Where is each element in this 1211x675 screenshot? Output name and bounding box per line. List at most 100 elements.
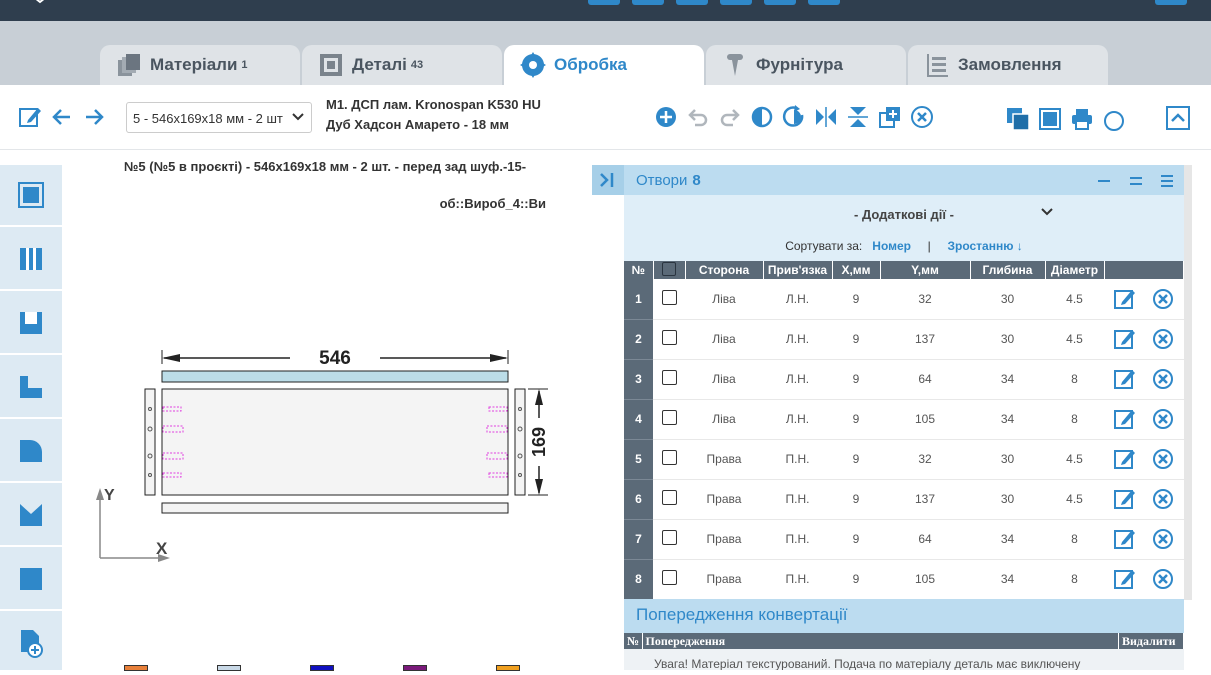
delete-row-icon[interactable] <box>1152 328 1174 350</box>
panel-collapse-button[interactable] <box>592 165 624 195</box>
sidebar-item-groove[interactable] <box>0 229 62 291</box>
arrow-left-icon[interactable] <box>50 105 74 129</box>
layers-icon[interactable] <box>1006 107 1030 131</box>
top-button-menu[interactable] <box>1155 0 1187 5</box>
select-all-checkbox[interactable] <box>662 261 676 276</box>
edit-row-icon[interactable] <box>1113 448 1136 470</box>
row-diameter: 4.5 <box>1045 439 1104 480</box>
color-swatch-yellow[interactable] <box>496 665 520 671</box>
row-checkbox-input[interactable] <box>661 530 677 545</box>
top-button-6[interactable] <box>808 0 840 5</box>
edit-row-icon[interactable] <box>1113 368 1136 390</box>
row-checkbox <box>653 319 685 360</box>
sidebar-item-shape-cut[interactable] <box>0 485 62 547</box>
sort-field-link[interactable]: Номер <box>872 239 911 253</box>
holes-table: № Сторона Прив'язка X,мм Y,мм Глибина Ді… <box>624 261 1184 600</box>
delete-row-icon[interactable] <box>1152 288 1174 310</box>
sidebar-item-slot[interactable] <box>0 293 62 355</box>
chevron-down-icon <box>292 113 304 121</box>
tab-orders[interactable]: Замовлення <box>908 45 1108 85</box>
edit-row-icon[interactable] <box>1113 568 1136 590</box>
row-checkbox-input[interactable] <box>661 370 677 385</box>
row-actions <box>1104 359 1184 400</box>
delete-row-icon[interactable] <box>1152 568 1174 590</box>
tab-hardware[interactable]: Фурнітура <box>706 45 906 85</box>
row-depth: 34 <box>970 519 1045 560</box>
row-checkbox-input[interactable] <box>661 410 677 425</box>
delete-row-icon[interactable] <box>1152 488 1174 510</box>
corner-cut-icon <box>20 376 42 398</box>
col-x: X,мм <box>832 261 881 279</box>
redo-icon[interactable] <box>718 105 742 129</box>
width-dimension-label: 546 <box>319 348 351 369</box>
part-drawing[interactable]: 546 169 Y X <box>90 330 560 570</box>
row-checkbox <box>653 519 685 560</box>
collapse-up-icon[interactable] <box>1166 106 1190 130</box>
undo-icon[interactable] <box>686 105 710 129</box>
warn-col-text: Попередження <box>642 633 1119 649</box>
top-button-2[interactable] <box>632 0 664 5</box>
panel-view-icon[interactable] <box>1038 107 1062 131</box>
delete-row-icon[interactable] <box>1152 448 1174 470</box>
tab-processing[interactable]: Обробка <box>504 45 704 85</box>
print-icon[interactable] <box>1070 107 1094 131</box>
material-line-2: Дуб Хадсон Амарето - 18 мм <box>326 117 509 132</box>
rotate-cw-icon[interactable] <box>782 105 806 129</box>
edit-row-icon[interactable] <box>1113 528 1136 550</box>
rotate-ccw-icon[interactable] <box>750 105 774 129</box>
tab-parts[interactable]: Деталі 43 <box>302 45 502 85</box>
screw-icon <box>727 54 743 76</box>
color-swatch-purple[interactable] <box>403 665 427 671</box>
color-swatch-blue[interactable] <box>310 665 334 671</box>
additional-actions-select[interactable]: - Додаткові дії - <box>624 195 1184 231</box>
top-button-3[interactable] <box>676 0 708 5</box>
edit-icon[interactable] <box>18 105 42 129</box>
compact-view-icon[interactable] <box>1128 173 1144 189</box>
delete-row-icon[interactable] <box>1152 528 1174 550</box>
add-circle-icon[interactable] <box>654 105 678 129</box>
table-row: 4 Ліва Л.Н. 9 105 34 8 <box>624 399 1184 440</box>
row-checkbox-input[interactable] <box>661 490 677 505</box>
mirror-vertical-icon[interactable] <box>846 105 870 129</box>
row-checkbox-input[interactable] <box>661 570 677 585</box>
panel-scrollbar[interactable] <box>1184 165 1192 600</box>
edit-row-icon[interactable] <box>1113 288 1136 310</box>
part-select[interactable]: 5 - 546х169х18 мм - 2 шт <box>126 102 312 133</box>
row-binding: П.Н. <box>763 439 832 480</box>
sort-order-link[interactable]: Зростанню ↓ <box>947 239 1022 253</box>
table-row: 7 Права П.Н. 9 64 34 8 <box>624 519 1184 560</box>
color-swatch-light-blue[interactable] <box>217 665 241 671</box>
row-checkbox-input[interactable] <box>661 289 677 305</box>
row-checkbox-input[interactable] <box>661 450 677 465</box>
edit-row-icon[interactable] <box>1113 328 1136 350</box>
row-actions <box>1104 559 1184 600</box>
edit-row-icon[interactable] <box>1113 408 1136 430</box>
color-swatch-orange[interactable] <box>124 665 148 671</box>
col-select-all[interactable] <box>653 261 686 279</box>
sidebar-item-add-file[interactable] <box>0 613 62 675</box>
delete-circle-icon[interactable] <box>910 105 934 129</box>
duplicate-icon[interactable] <box>878 105 902 129</box>
delete-row-icon[interactable] <box>1152 408 1174 430</box>
top-button-1[interactable] <box>588 0 620 5</box>
sidebar-item-panel[interactable] <box>0 549 62 611</box>
top-button-4[interactable] <box>720 0 752 5</box>
row-actions <box>1104 479 1184 520</box>
sidebar-item-corner-cut[interactable] <box>0 357 62 419</box>
menu-icon[interactable] <box>1159 173 1175 189</box>
sidebar-item-edging[interactable] <box>0 165 62 227</box>
row-x: 9 <box>832 479 880 520</box>
logo-icon <box>35 0 45 4</box>
arrow-right-icon[interactable] <box>82 105 106 129</box>
row-y: 137 <box>880 479 970 520</box>
mirror-horizontal-icon[interactable] <box>814 105 838 129</box>
edit-row-icon[interactable] <box>1113 488 1136 510</box>
tab-materials[interactable]: Матеріали 1 <box>100 45 300 85</box>
sidebar-item-radius[interactable] <box>0 421 62 483</box>
circle-toggle-icon[interactable] <box>1102 109 1126 133</box>
shape-cut-icon <box>20 504 42 526</box>
minimize-icon[interactable] <box>1096 173 1112 189</box>
row-checkbox-input[interactable] <box>661 330 677 345</box>
top-button-5[interactable] <box>764 0 796 5</box>
delete-row-icon[interactable] <box>1152 368 1174 390</box>
